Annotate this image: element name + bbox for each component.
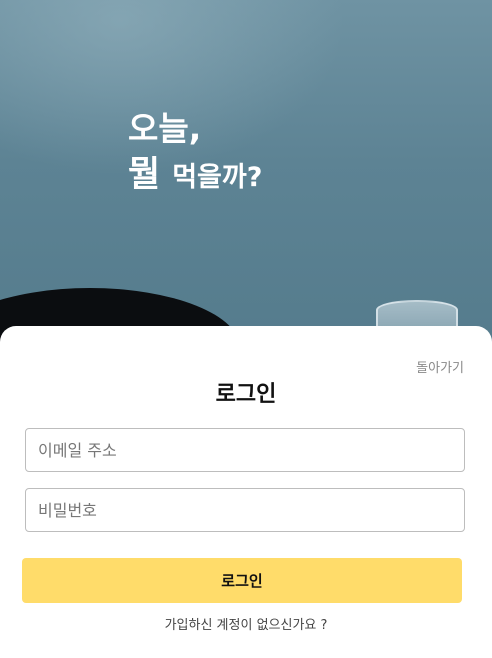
back-link[interactable]: 돌아가기 (416, 357, 464, 376)
hero-headline: 오늘, 뭘 먹을까? (128, 106, 262, 201)
login-page: 오늘, 뭘 먹을까? 돌아가기 로그인 로그인 가입하신 계정이 없으신가요 ? (0, 0, 492, 658)
headline-eat: 먹을까? (172, 162, 263, 193)
login-button[interactable]: 로그인 (22, 558, 462, 603)
headline-line-1: 오늘, (128, 109, 202, 148)
login-title: 로그인 (215, 382, 277, 407)
login-card: 돌아가기 로그인 로그인 가입하신 계정이 없으신가요 ? (0, 326, 492, 658)
headline-line-2: 뭘 먹을까? (128, 152, 262, 201)
password-input[interactable] (25, 488, 465, 532)
email-input[interactable] (25, 428, 465, 472)
hero-background-image: 오늘, 뭘 먹을까? (0, 0, 492, 408)
headline-what: 뭘 (128, 155, 161, 195)
signup-link[interactable]: 가입하신 계정이 없으신가요 ? (0, 614, 492, 633)
